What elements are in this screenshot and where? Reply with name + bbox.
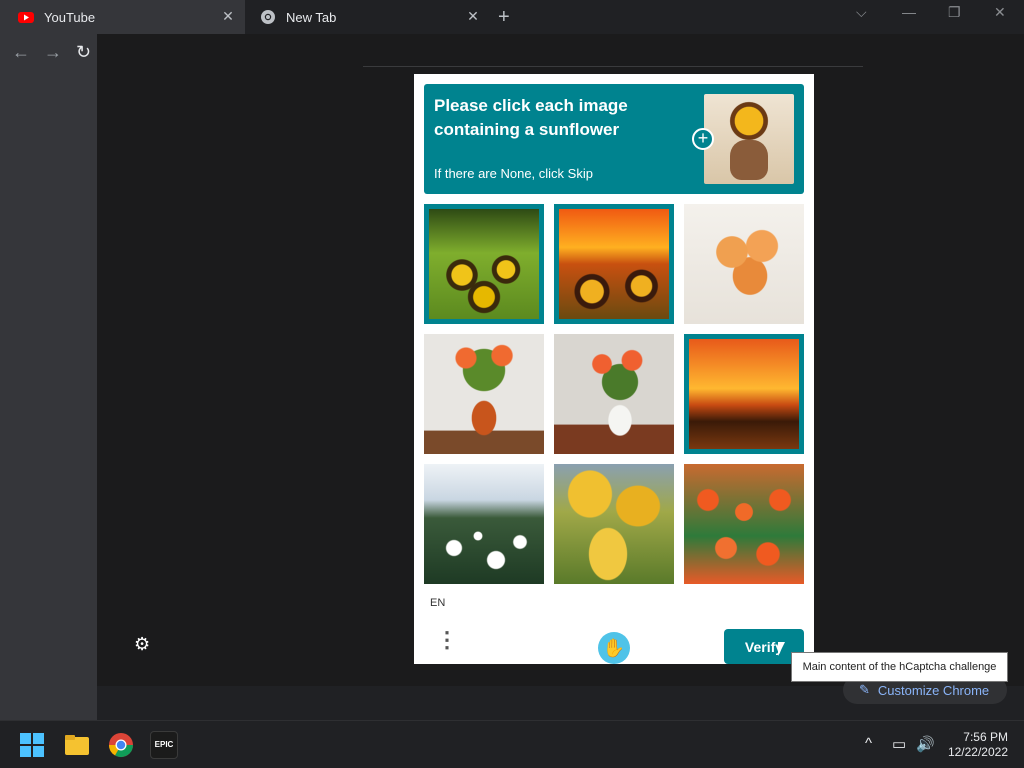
image-tile-3[interactable] [684,204,804,324]
tab-search-icon[interactable]: ⌵ [856,4,867,21]
close-tab-icon[interactable]: ✕ [464,8,482,25]
daisy-field-image [424,464,544,584]
back-button[interactable]: ← [12,42,30,63]
close-window-button[interactable]: ✕ [994,4,1006,21]
image-tile-5[interactable] [554,334,674,454]
tulips-vase-orange-image [424,334,544,454]
tab-label: New Tab [286,9,337,25]
divider [363,66,863,67]
new-tab-button[interactable]: + [498,6,510,29]
more-options-icon[interactable]: ⋮ [436,629,458,651]
challenge-prompt: Please click each image containing a sun… [434,96,628,139]
image-tile-6[interactable] [684,334,804,454]
minimize-button[interactable]: — [902,4,916,20]
challenge-banner: Please click each image containing a sun… [424,84,804,194]
page-background [0,70,97,720]
epic-games-icon[interactable]: EPIC [150,731,178,759]
tulips-bouquet-image [684,204,804,324]
expand-sample-icon[interactable]: + [692,128,714,150]
chrome-icon[interactable] [107,731,135,759]
youtube-icon [18,9,34,25]
close-tab-icon[interactable]: ✕ [219,8,237,25]
image-tile-4[interactable] [424,334,544,454]
language-selector[interactable]: EN [430,597,445,609]
gear-icon[interactable]: ⚙ [134,634,150,655]
tulips-vase-white-image [554,334,674,454]
image-tile-1[interactable] [424,204,544,324]
clock-date: 12/22/2022 [947,745,1008,759]
chevron-up-icon[interactable]: ^ [865,735,872,752]
clock-time: 7:56 PM [963,730,1008,744]
system-clock[interactable]: 7:56 PM 12/22/2022 [948,730,1008,760]
image-tile-8[interactable] [554,464,674,584]
image-grid [424,204,804,584]
sunflowers-sunset-image [559,209,669,319]
yellow-tulips-image [554,464,674,584]
image-tile-9[interactable] [684,464,804,584]
restore-button[interactable]: ❐ [948,4,961,21]
tab-youtube[interactable]: YouTube ✕ [0,0,245,34]
tab-new-tab[interactable]: New Tab ✕ [250,0,490,34]
reload-button[interactable]: ↻ [76,42,91,63]
pencil-icon: ✎ [859,682,870,697]
chrome-icon [260,9,276,25]
taskbar: EPIC ^ ▭ 🔊 7:56 PM 12/22/2022 [0,720,1024,768]
orange-tulip-field-image [684,464,804,584]
sample-image [704,94,794,184]
image-tile-2[interactable] [554,204,674,324]
forward-button[interactable]: → [44,42,62,63]
vase-shape [730,140,768,180]
windows-start-icon[interactable] [18,731,46,759]
file-explorer-icon[interactable] [63,731,91,759]
image-tile-7[interactable] [424,464,544,584]
volume-icon[interactable]: 🔊 [916,735,935,753]
sunset-field-image [689,339,799,449]
tab-strip: YouTube ✕ New Tab ✕ + ⌵ — ❐ ✕ [0,0,1024,34]
mouse-cursor [778,642,785,656]
network-icon[interactable]: ▭ [892,735,906,753]
tab-label: YouTube [44,9,96,25]
sunflower-field-image [429,209,539,319]
customize-label: Customize Chrome [877,682,990,698]
tooltip: Main content of the hCaptcha challenge [791,652,1008,682]
challenge-subtext: If there are None, click Skip [434,166,593,181]
hcaptcha-challenge: Please click each image containing a sun… [414,74,814,664]
hcaptcha-logo-icon: ✋ [598,632,630,664]
